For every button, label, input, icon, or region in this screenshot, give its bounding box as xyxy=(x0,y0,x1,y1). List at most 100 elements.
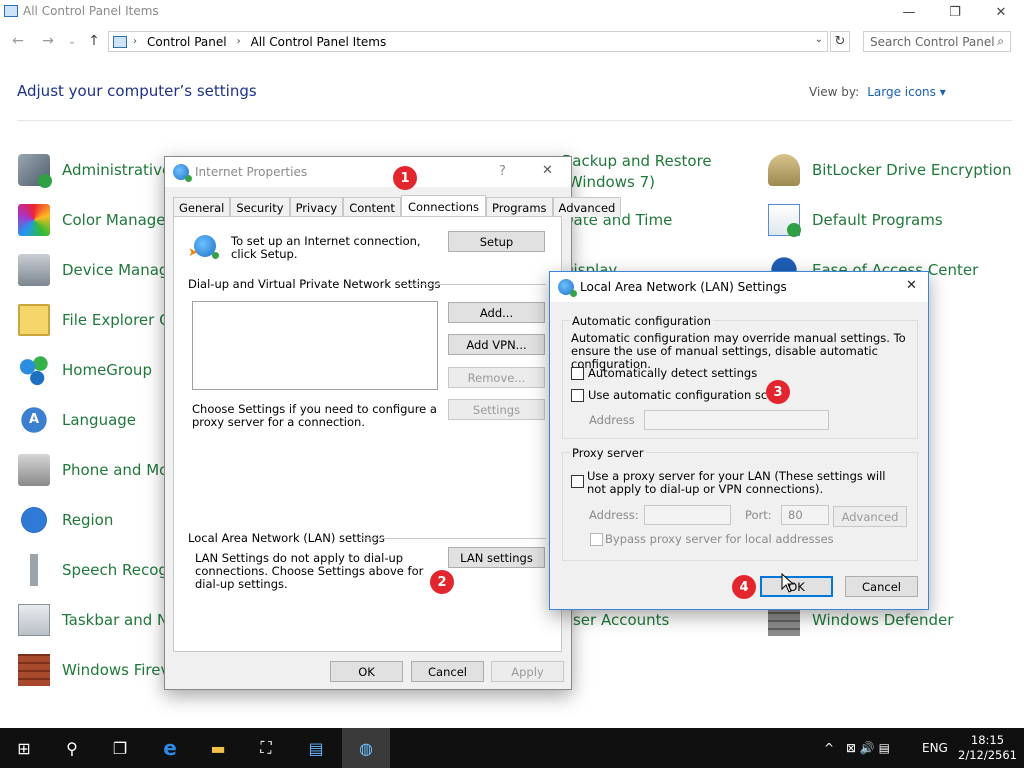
store-icon[interactable]: ⛶ xyxy=(242,728,290,768)
edge-browser-icon[interactable]: e xyxy=(146,728,194,768)
cp-item-administrative[interactable]: Administrative xyxy=(18,153,172,188)
close-button[interactable]: ✕ xyxy=(978,0,1024,24)
cp-item-default-programs[interactable]: Default Programs xyxy=(768,203,943,237)
dialup-group-label: Dial-up and Virtual Private Network sett… xyxy=(188,277,441,291)
tab-general[interactable]: General xyxy=(173,197,231,217)
script-address-input[interactable] xyxy=(644,410,829,430)
file-explorer-icon[interactable]: ▬ xyxy=(194,728,242,768)
ok-button[interactable]: OK xyxy=(760,576,833,597)
use-proxy-checkbox[interactable] xyxy=(571,475,584,488)
close-icon[interactable]: ✕ xyxy=(906,278,917,293)
tab-privacy[interactable]: Privacy xyxy=(289,197,344,217)
tab-content[interactable]: Content xyxy=(343,197,401,217)
port-input[interactable]: 80 xyxy=(781,505,829,525)
tab-advanced[interactable]: Advanced xyxy=(552,197,622,217)
cp-item-speech-recognition[interactable]: Speech Recogn xyxy=(18,553,177,587)
tab-programs[interactable]: Programs xyxy=(486,197,553,217)
view-by-dropdown[interactable]: Large icons ▾ xyxy=(867,85,946,99)
cp-item-language[interactable]: A Language xyxy=(18,403,136,437)
tab-security[interactable]: Security xyxy=(230,197,290,217)
bitlocker-lock-icon xyxy=(768,154,800,186)
firewall-icon xyxy=(18,654,50,686)
address-dropdown-icon[interactable]: ⌄ xyxy=(815,34,823,45)
cp-item-label: HomeGroup xyxy=(62,361,152,379)
cp-item-region[interactable]: Region xyxy=(18,503,113,537)
cp-item-label: Administrative xyxy=(62,161,172,179)
tray-overflow-chevron-icon[interactable]: ^ xyxy=(824,728,834,768)
recent-locations-chevron-icon[interactable]: ⌄ xyxy=(62,31,82,51)
search-input[interactable]: Search Control Panel ⌕ xyxy=(863,31,1011,52)
cancel-button[interactable]: Cancel xyxy=(845,576,918,597)
cp-item-backup-restore[interactable]: Backup and Restore (Windows 7) xyxy=(562,151,712,193)
help-icon[interactable]: ? xyxy=(499,164,506,179)
cp-item-phone-and-modem[interactable]: Phone and Mo xyxy=(18,453,168,487)
script-address-label: Address xyxy=(589,413,635,427)
taskbar: ⊞ ⚲ ❐ e ▬ ⛶ ▤ ◍ ^ ⊠ 🔊 ▤ ENG 18:15 2/12/2… xyxy=(0,728,1024,768)
dialog-titlebar: Local Area Network (LAN) Settings ✕ xyxy=(550,272,928,302)
proxy-address-input[interactable] xyxy=(644,505,731,525)
folder-options-icon xyxy=(18,304,50,336)
forward-arrow-icon[interactable]: → xyxy=(38,31,58,51)
auto-detect-checkbox[interactable] xyxy=(571,367,584,380)
lan-settings-button[interactable]: LAN settings xyxy=(448,547,545,568)
ok-button[interactable]: OK xyxy=(330,661,403,682)
bypass-local-label: Bypass proxy server for local addresses xyxy=(605,532,834,546)
control-panel-taskbar-icon[interactable]: ▤ xyxy=(292,728,340,768)
apply-button[interactable]: Apply xyxy=(491,661,564,682)
advanced-button[interactable]: Advanced xyxy=(833,506,907,527)
control-panel-icon xyxy=(4,5,18,17)
maximize-button[interactable]: ❐ xyxy=(932,0,978,24)
lan-info-text: LAN Settings do not apply to dial-up con… xyxy=(195,551,424,591)
add-button[interactable]: Add... xyxy=(448,302,545,323)
cp-item-file-explorer-options[interactable]: File Explorer O xyxy=(18,303,171,337)
cancel-button[interactable]: Cancel xyxy=(411,661,484,682)
settings-button[interactable]: Settings xyxy=(448,399,545,420)
lan-settings-dialog: Local Area Network (LAN) Settings ✕ Auto… xyxy=(549,271,929,610)
setup-text: To set up an Internet connection, click … xyxy=(231,234,421,261)
remove-button[interactable]: Remove... xyxy=(448,367,545,388)
cp-item-bitlocker[interactable]: BitLocker Drive Encryption xyxy=(768,153,1011,187)
cp-item-device-manager[interactable]: Device Manage xyxy=(18,253,178,287)
network-setup-icon: ➤ xyxy=(188,233,219,259)
step-badge-1: 1 xyxy=(393,166,417,190)
homegroup-icon xyxy=(18,354,50,386)
device-manager-icon xyxy=(18,254,50,286)
refresh-button[interactable]: ↻ xyxy=(830,31,850,52)
cp-item-homegroup[interactable]: HomeGroup xyxy=(18,353,152,387)
add-vpn-button[interactable]: Add VPN... xyxy=(448,334,545,355)
auto-script-label: Use automatic configuration script xyxy=(588,388,787,402)
minimize-button[interactable]: — xyxy=(886,0,932,24)
search-icon[interactable]: ⌕ xyxy=(997,34,1004,49)
start-windows-icon[interactable]: ⊞ xyxy=(0,728,48,768)
clock[interactable]: 18:15 2/12/2561 xyxy=(958,728,1017,768)
task-view-icon[interactable]: ❐ xyxy=(96,728,144,768)
proxy-settings-text: Choose Settings if you need to configure… xyxy=(192,402,437,429)
cp-item-windows-firewall[interactable]: Windows Firev xyxy=(18,653,169,687)
internet-properties-taskbar-icon[interactable]: ◍ xyxy=(342,728,390,768)
up-arrow-icon[interactable]: ↑ xyxy=(84,31,104,51)
setup-button[interactable]: Setup xyxy=(448,231,545,252)
bypass-local-checkbox[interactable] xyxy=(590,533,603,546)
clock-date: 2/12/2561 xyxy=(958,748,1017,762)
tab-connections[interactable]: Connections xyxy=(400,195,487,217)
dialog-title: Local Area Network (LAN) Settings xyxy=(580,280,787,294)
back-arrow-icon[interactable]: ← xyxy=(8,31,28,51)
auto-script-checkbox[interactable] xyxy=(571,389,584,402)
auto-config-label: Automatic configuration xyxy=(570,314,713,328)
breadcrumb-all-items[interactable]: All Control Panel Items xyxy=(251,35,387,49)
breadcrumb-control-panel[interactable]: Control Panel xyxy=(147,35,227,49)
default-programs-icon xyxy=(768,204,801,237)
connections-listbox[interactable] xyxy=(192,301,438,390)
cp-item-label: Color Manager xyxy=(62,211,172,229)
cp-item-color-management[interactable]: Color Manager xyxy=(18,203,172,237)
tray-icons[interactable]: ⊠ 🔊 ▤ xyxy=(846,728,890,768)
language-indicator[interactable]: ENG xyxy=(922,728,948,768)
cp-item-taskbar-and-navigation[interactable]: Taskbar and Na xyxy=(18,603,177,637)
cp-item-label: Windows Firev xyxy=(62,661,170,679)
address-bar[interactable]: › Control Panel › All Control Panel Item… xyxy=(108,31,828,52)
search-icon[interactable]: ⚲ xyxy=(48,728,96,768)
step-badge-2: 2 xyxy=(430,570,454,594)
group-divider xyxy=(406,284,546,285)
close-icon[interactable]: ✕ xyxy=(542,163,553,178)
lan-group-label: Local Area Network (LAN) settings xyxy=(188,531,385,545)
